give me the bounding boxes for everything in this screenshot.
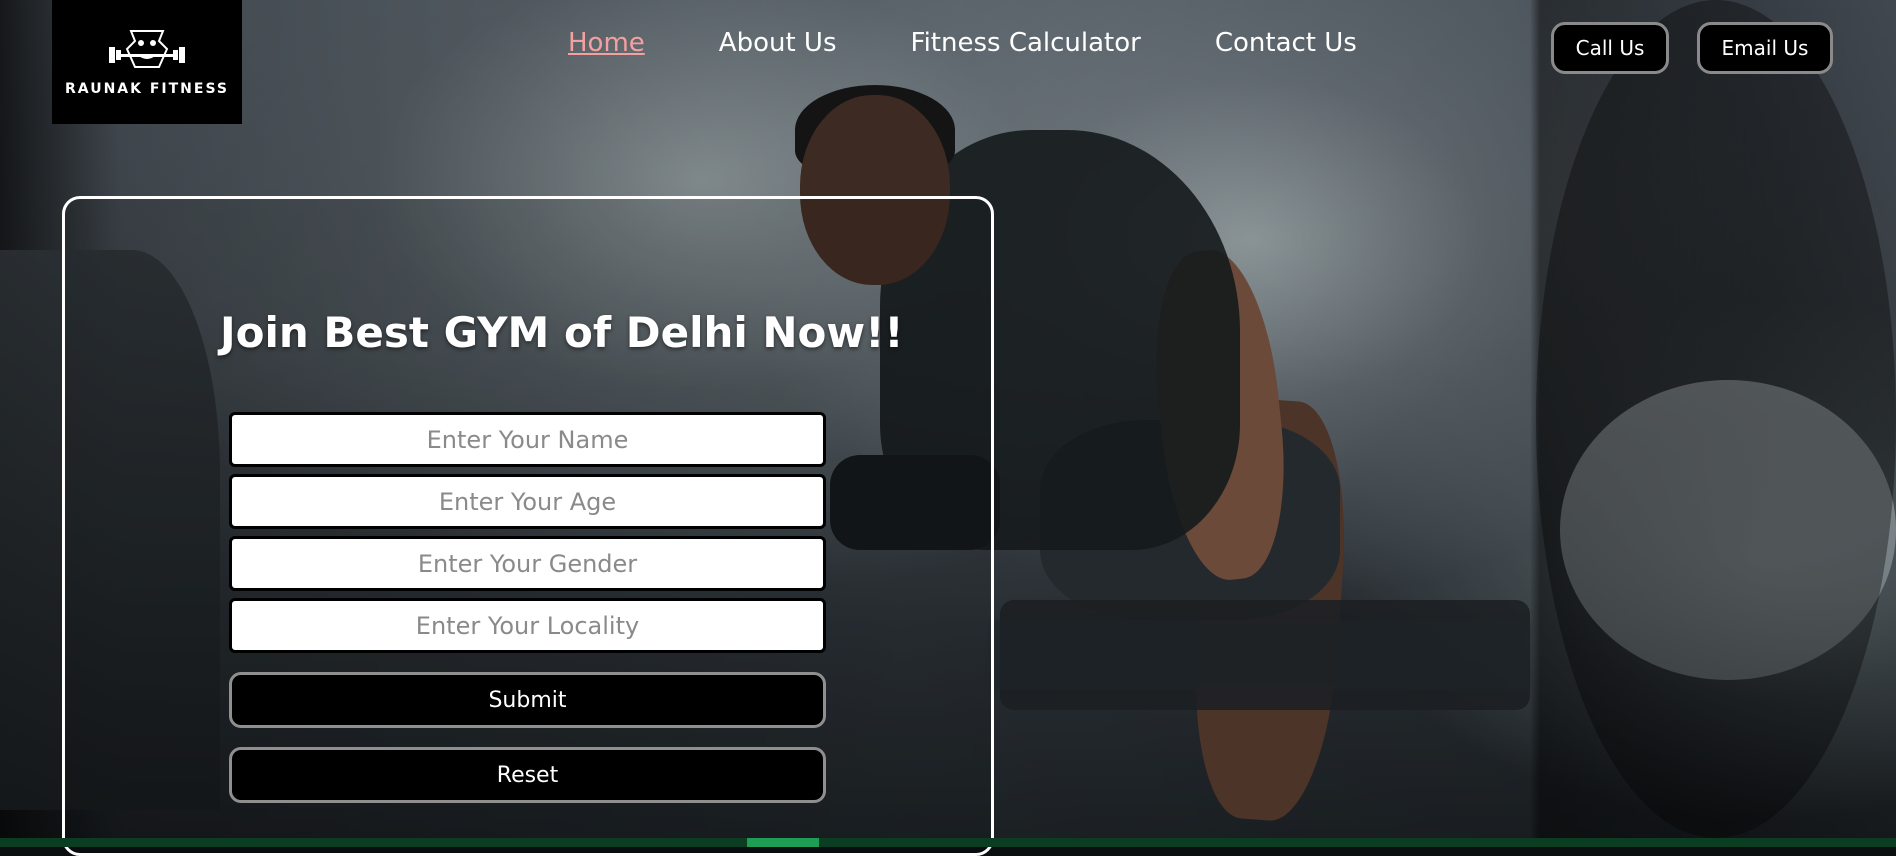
nav-link-about-us[interactable]: About Us	[719, 28, 837, 58]
age-input[interactable]	[229, 474, 826, 529]
submit-button[interactable]: Submit	[229, 672, 826, 728]
brand-logo[interactable]: RAUNAK FITNESS	[52, 0, 242, 124]
gender-input[interactable]	[229, 536, 826, 591]
email-us-button[interactable]: Email Us	[1697, 22, 1833, 74]
form-headline: Join Best GYM of Delhi Now!!	[220, 308, 904, 357]
call-us-button[interactable]: Call Us	[1551, 22, 1669, 74]
nav-link-home[interactable]: Home	[568, 28, 645, 58]
gym-mascot-icon	[109, 30, 185, 68]
locality-input[interactable]	[229, 598, 826, 653]
right-shade-overlay	[1536, 0, 1896, 838]
nav-link-contact-us[interactable]: Contact Us	[1215, 28, 1357, 58]
nav-link-fitness-calculator[interactable]: Fitness Calculator	[911, 28, 1141, 58]
horizontal-scrollbar-thumb[interactable]	[747, 838, 819, 847]
reset-button[interactable]: Reset	[229, 747, 826, 803]
name-input[interactable]	[229, 412, 826, 467]
horizontal-scrollbar-track[interactable]	[0, 838, 1896, 847]
brand-name: RAUNAK FITNESS	[65, 81, 229, 97]
blurred-overlay-panel	[990, 620, 1530, 690]
main-nav: Home About Us Fitness Calculator Contact…	[568, 28, 1431, 58]
